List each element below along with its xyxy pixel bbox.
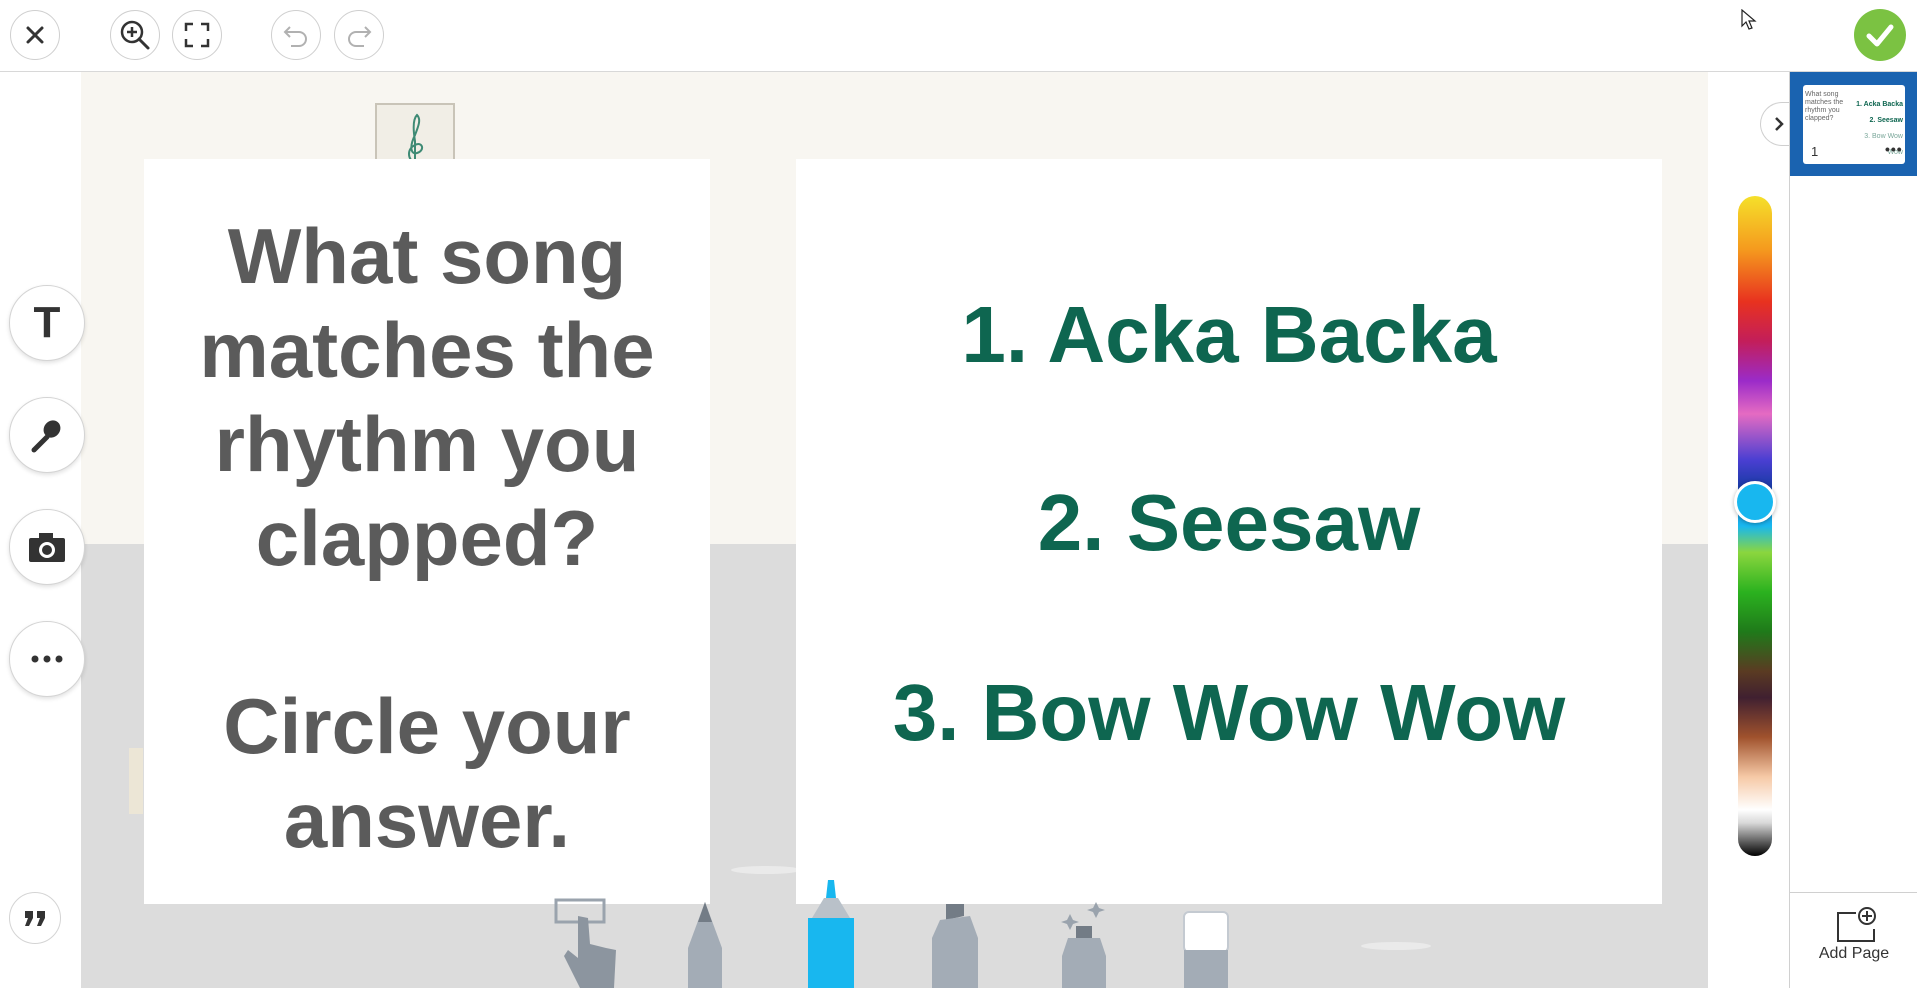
quote-icon — [25, 911, 45, 926]
instruction-line: answer. — [283, 776, 571, 864]
chevron-right-icon — [1774, 117, 1784, 131]
eraser-tool-icon[interactable] — [1182, 910, 1230, 988]
page-thumbnail[interactable]: What song matches the rhythm you clapped… — [1803, 85, 1905, 164]
voice-recording-button[interactable] — [9, 397, 85, 473]
add-page-button[interactable]: Add Page — [1790, 892, 1917, 988]
thumbnail-answer: 2. Seesaw — [1869, 117, 1903, 124]
drawing-tools-tray — [540, 878, 1240, 988]
instruction-line: Circle your — [223, 682, 631, 770]
highlighter-tool-icon[interactable] — [930, 904, 980, 988]
caption-button[interactable] — [9, 892, 61, 944]
question-line: What song — [227, 212, 627, 300]
redo-icon — [348, 26, 372, 47]
camera-button[interactable] — [9, 509, 85, 585]
text-icon: T — [33, 298, 61, 347]
camera-icon — [29, 533, 65, 562]
answer-option[interactable]: 1. Acka Backa — [796, 289, 1662, 381]
answer-option[interactable]: 3. Bow Wow Wow — [796, 667, 1662, 759]
fullscreen-icon — [184, 22, 210, 48]
undo-button[interactable] — [271, 10, 321, 60]
pencil-tool-icon[interactable] — [680, 902, 730, 988]
page-number: 1 — [1811, 144, 1819, 159]
page-canvas[interactable]: What song matches the rhythm you clapped… — [81, 72, 1708, 988]
close-button[interactable] — [10, 10, 60, 60]
add-page-label: Add Page — [1818, 945, 1890, 962]
question-card: What song matches the rhythm you clapped… — [144, 159, 710, 904]
redo-button[interactable] — [334, 10, 384, 60]
page-options-button[interactable]: ••• — [1885, 141, 1903, 157]
move-hand-tool-icon[interactable] — [550, 898, 620, 988]
question-gap — [144, 585, 710, 679]
checkmark-icon — [1866, 24, 1894, 47]
answer-option[interactable]: 2. Seesaw — [796, 477, 1662, 569]
top-toolbar — [0, 0, 1917, 72]
text-tool-button[interactable]: T — [9, 285, 85, 361]
mouse-cursor-icon — [1741, 9, 1757, 30]
marker-tool-icon[interactable] — [806, 880, 856, 988]
zoom-in-icon — [120, 20, 150, 50]
color-palette[interactable] — [1738, 196, 1772, 856]
background-shelf — [129, 748, 143, 814]
done-button[interactable] — [1854, 9, 1906, 61]
question-line: rhythm you — [214, 400, 640, 488]
background-shadow — [1361, 942, 1431, 950]
question-text: What song matches the rhythm you clapped… — [144, 209, 710, 867]
thumbnail-question: What song matches the rhythm you clapped… — [1805, 91, 1844, 122]
more-tools-button[interactable] — [9, 621, 85, 697]
selected-color-handle[interactable] — [1734, 481, 1776, 523]
undo-icon — [283, 26, 307, 47]
answers-card: 1. Acka Backa 2. Seesaw 3. Bow Wow Wow — [796, 159, 1662, 904]
question-line: clapped? — [255, 494, 599, 582]
background-shadow — [731, 866, 801, 874]
page-thumbnail-selected[interactable]: What song matches the rhythm you clapped… — [1790, 72, 1917, 176]
question-line: matches the — [199, 306, 655, 394]
fullscreen-button[interactable] — [172, 10, 222, 60]
pages-panel: What song matches the rhythm you clapped… — [1789, 72, 1917, 988]
thumbnail-answer: 1. Acka Backa — [1856, 101, 1903, 108]
add-page-icon — [1837, 907, 1876, 942]
microphone-icon — [31, 420, 61, 453]
more-icon — [31, 655, 63, 663]
glitter-tool-icon[interactable] — [1056, 900, 1112, 988]
zoom-in-button[interactable] — [110, 10, 160, 60]
close-icon — [26, 26, 44, 44]
